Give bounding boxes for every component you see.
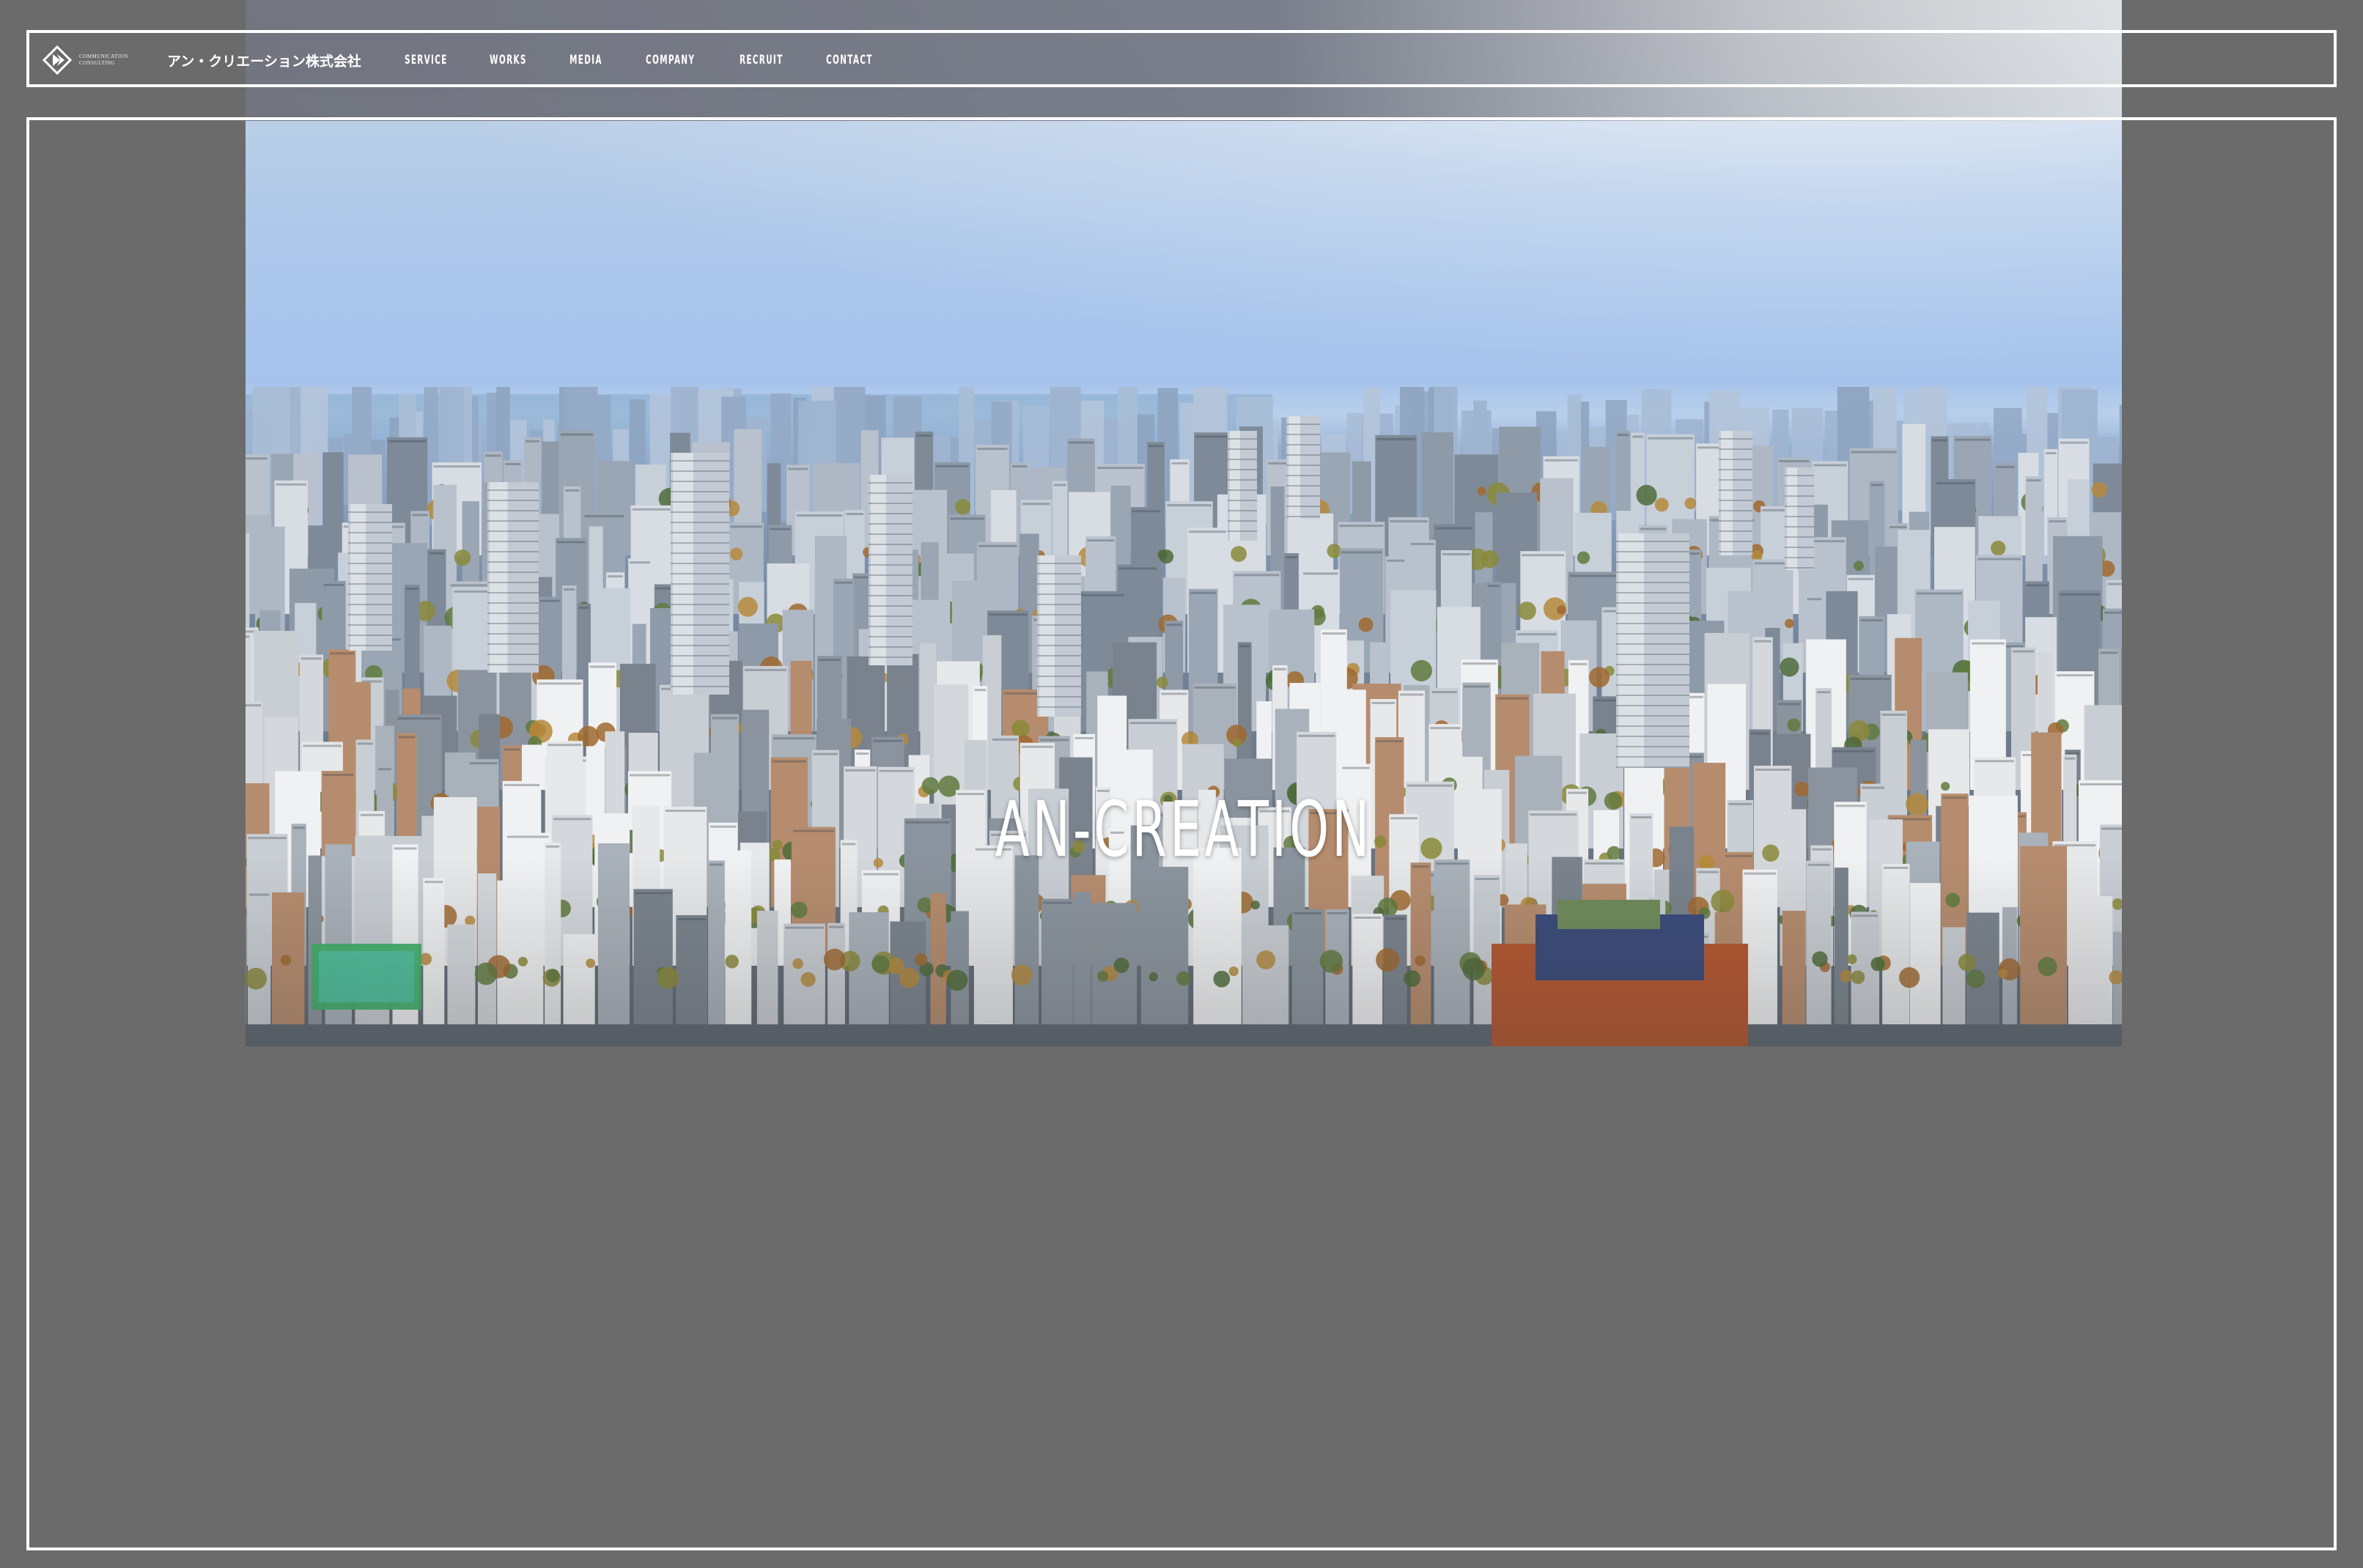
nav-works[interactable]: WORKS <box>490 53 539 67</box>
nav-company[interactable]: COMPANY <box>646 53 704 67</box>
nav-recruit[interactable]: RECRUIT <box>740 53 793 67</box>
company-logo[interactable]: COMMUNICATION CONSULTING アン・クリエーション株式会社 <box>43 45 361 75</box>
nav-media[interactable]: MEDIA <box>569 53 616 67</box>
logo-tagline-line2: CONSULTING <box>79 60 116 66</box>
main-frame <box>26 117 2337 1550</box>
logo-tagline-line1: COMMUNICATION <box>79 53 128 59</box>
nav-service[interactable]: SERVICE <box>405 53 457 67</box>
company-name: アン・クリエーション株式会社 <box>167 53 361 70</box>
main-nav: SERVICE WORKS MEDIA COMPANY RECRUIT CONT… <box>405 50 892 70</box>
logo-tagline: COMMUNICATION CONSULTING <box>79 53 160 67</box>
nav-contact[interactable]: CONTACT <box>826 53 871 67</box>
an-creation-logo-icon <box>43 45 72 75</box>
header-frame <box>26 30 2337 87</box>
